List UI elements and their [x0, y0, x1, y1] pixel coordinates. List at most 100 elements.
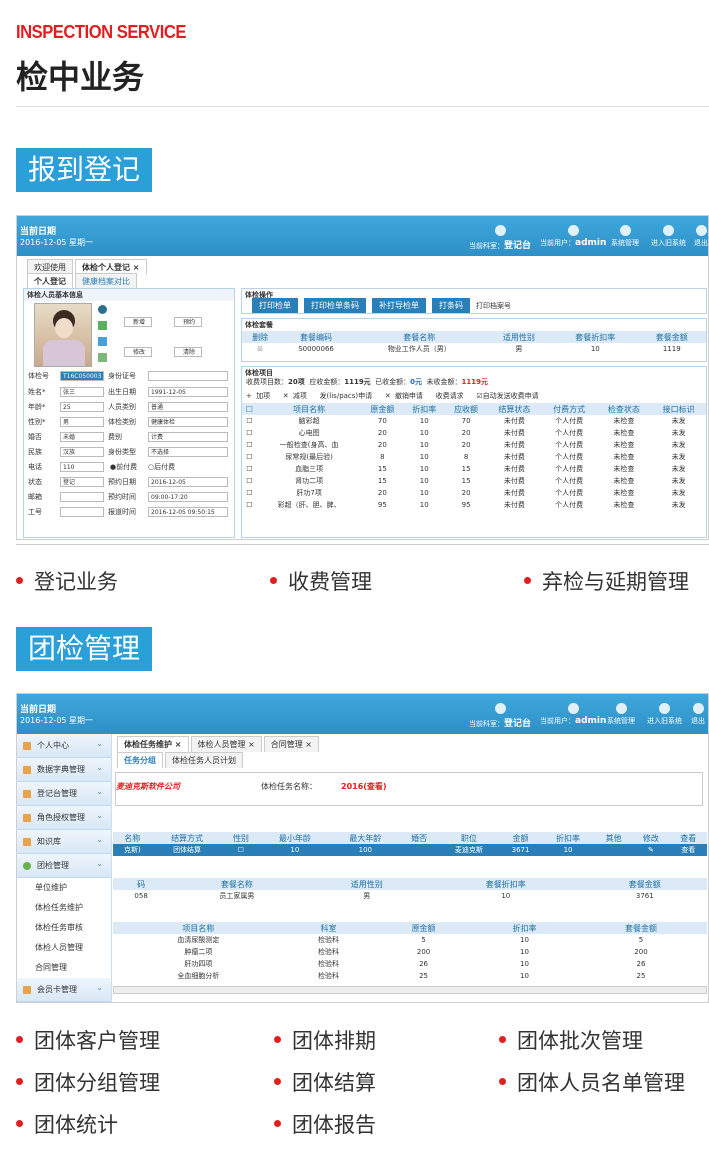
table-row[interactable]: 克斯) 团体结算 ☐ 10 100 麦迪克斯 3671 10 ✎ 查看 [113, 844, 707, 856]
auto-send-checkbox[interactable]: ☑自动发送收费申请 [476, 392, 538, 400]
age-input[interactable]: 25 [60, 402, 104, 412]
nation-select[interactable]: 汉族 [60, 447, 104, 457]
table-row[interactable]: 肿瘤二项 检验科 200 10 200 [113, 946, 707, 958]
table-row[interactable]: ☐ 脑彩超 70 10 70 未付费 个人付费 未检查 未发 [242, 415, 706, 427]
row-checkbox[interactable]: ☐ [242, 415, 257, 427]
tab-task-maintain[interactable]: 体检任务维护 × [117, 736, 189, 752]
table-row[interactable]: ☐ 血脂三项 15 10 15 未付费 个人付费 未检查 未发 [242, 463, 706, 475]
appt-date-label: 预约日期 [108, 478, 136, 486]
table-row[interactable]: ⊠ S0000066 物业工作人员（男） 男 10 1119 [242, 343, 706, 355]
print-label-button[interactable]: 打条码 [432, 298, 470, 313]
sidebar-subitem[interactable]: 单位维护 [17, 878, 111, 898]
send-lis-button[interactable]: 发(lis/pacs)申请 [320, 392, 373, 400]
cancel-request-button[interactable]: ✕ 撤销申请 [385, 392, 423, 400]
table-row[interactable]: 肝功四项 检验科 26 10 26 [113, 958, 707, 970]
table-row[interactable]: 全血细胞分析 检验科 25 10 25 [113, 970, 707, 982]
sidebar-subitem[interactable]: 体检任务审核 [17, 918, 111, 938]
image-icon[interactable] [98, 321, 107, 330]
print-guide-button[interactable]: 打印检单 [252, 298, 298, 313]
appointment-button[interactable]: 预约 [174, 317, 202, 327]
phone-input[interactable]: 110 [60, 462, 104, 472]
tab-contract-manage[interactable]: 合同管理 × [263, 736, 319, 752]
name-input[interactable]: 张三 [60, 387, 104, 397]
prepay-radio[interactable]: ●前付费 [110, 462, 137, 472]
camera-icon[interactable] [98, 305, 107, 314]
sidebar-item[interactable]: 数据字典管理 [17, 756, 111, 782]
clear-button[interactable]: 清除 [174, 347, 202, 357]
system-manage-button[interactable]: 系统管理 [611, 225, 639, 248]
sidebar-subitem[interactable]: 体检人员管理 [17, 938, 111, 958]
tab-person-manage[interactable]: 体检人员管理 × [190, 736, 262, 752]
row-checkbox[interactable]: ☐ [242, 427, 257, 439]
sidebar-item-group[interactable]: 团检管理 [17, 852, 111, 878]
sidebar-item[interactable]: 会员卡管理 [17, 976, 111, 1002]
sidebar-item[interactable]: 登记台管理 [17, 780, 111, 806]
upload-icon[interactable] [98, 353, 107, 362]
sidebar-subitem[interactable]: 体检任务维护 [17, 898, 111, 918]
report-time-input[interactable]: 2016-12-05 09:50:15 [148, 507, 228, 517]
print-barcode-button[interactable]: 打印检单条码 [304, 298, 366, 313]
col-check[interactable]: ☐ [242, 403, 257, 415]
email-input[interactable] [60, 492, 104, 502]
package-panel: 体检套餐 删除 套餐编码 套餐名称 适用性别 套餐折扣率 套餐金额 ⊠ S000… [241, 318, 707, 362]
row-checkbox[interactable]: ☐ [242, 451, 257, 463]
tab-health-compare[interactable]: 健康档案对比 [75, 273, 137, 289]
tab-task-plan[interactable]: 体检任务人员计划 [165, 752, 243, 768]
row-checkbox[interactable]: ☐ [242, 499, 257, 511]
charge-request-button[interactable]: 收费请求 [436, 392, 464, 400]
sex-select[interactable]: 男 [60, 417, 104, 427]
table-row[interactable]: 058 员工家属男男 10 3761 [113, 890, 707, 902]
row-checkbox[interactable]: ☐ [242, 475, 257, 487]
row-checkbox[interactable]: ☐ [242, 439, 257, 451]
add-item-button[interactable]: + 加项 [246, 392, 270, 400]
appt-date-input[interactable]: 2016-12-05 [148, 477, 228, 487]
edit-button[interactable]: 修改 [124, 347, 152, 357]
ops-panel: 体检操作 打印检单 打印检单条码 补打导检单 打条码 打印档案号 [241, 288, 707, 314]
table-row[interactable]: ☐ 心电图 20 10 20 未付费 个人付费 未检查 未发 [242, 427, 706, 439]
old-system-button[interactable]: 进入旧系统 [647, 703, 682, 726]
sidebar-subitem[interactable]: 合同管理 [17, 958, 111, 978]
row-checkbox[interactable]: ☐ [242, 487, 257, 499]
view-link[interactable]: 查看 [670, 844, 707, 856]
edit-icon[interactable]: ✎ [632, 844, 669, 856]
sidebar-item[interactable]: 角色授权管理 [17, 804, 111, 830]
remove-item-button[interactable]: ✕ 减项 [283, 392, 307, 400]
marital-select[interactable]: 未婚 [60, 432, 104, 442]
horizontal-scrollbar[interactable] [113, 986, 707, 994]
print-archive-checkbox[interactable]: 打印档案号 [476, 302, 511, 310]
postpay-radio[interactable]: ○后付费 [148, 462, 175, 472]
id-type-select[interactable]: 不选择 [148, 447, 228, 457]
table-row[interactable]: ☐ 肝功7项 20 10 20 未付费 个人付费 未检查 未发 [242, 487, 706, 499]
birth-input[interactable]: 1991-12-05 [148, 387, 228, 397]
sidebar-item[interactable]: 个人中心 [17, 732, 111, 758]
task-name-value[interactable]: 2016(查看) [341, 781, 387, 792]
table-row[interactable]: ☐ 一般检查(身高、血 20 10 20 未付费 个人付费 未检查 未发 [242, 439, 706, 451]
system-manage-button[interactable]: 系统管理 [607, 703, 635, 726]
exit-button[interactable]: 退出 [694, 225, 708, 248]
reprint-guide-button[interactable]: 补打导检单 [372, 298, 426, 313]
tab-personal-reg[interactable]: 个人登记 [27, 273, 73, 289]
add-button[interactable]: 新增 [124, 317, 152, 327]
old-system-button[interactable]: 进入旧系统 [651, 225, 686, 248]
checkbox[interactable]: ☐ [222, 844, 259, 856]
table-row[interactable]: ☐ 彩超（肝、胆、脾、 95 10 95 未付费 个人付费 未检查 未发 [242, 499, 706, 511]
table-row[interactable]: ☐ 尿常规(最后验) 8 10 8 未付费 个人付费 未检查 未发 [242, 451, 706, 463]
exit-button[interactable]: 退出 [691, 703, 705, 726]
id-card-input[interactable] [148, 371, 228, 381]
user-info: 当前用户：admin [540, 703, 606, 726]
row-checkbox[interactable]: ☐ [242, 463, 257, 475]
person-type-select[interactable]: 普通 [148, 402, 228, 412]
table-row[interactable]: 血清尿酸测定 检验科 5 10 5 [113, 934, 707, 946]
exam-no-input[interactable]: T16C050003 [60, 371, 104, 381]
fee-type-select[interactable]: 计费 [148, 432, 228, 442]
dept-icon [494, 703, 506, 714]
exam-type-select[interactable]: 健康体检 [148, 417, 228, 427]
sidebar-item[interactable]: 知识库 [17, 828, 111, 854]
scan-icon[interactable] [98, 337, 107, 346]
appt-time-input[interactable]: 09:00-17:20 [148, 492, 228, 502]
tab-task-group[interactable]: 任务分组 [117, 752, 163, 768]
status-input[interactable]: 登记 [60, 477, 104, 487]
table-row[interactable]: ☐ 肾功二项 15 10 15 未付费 个人付费 未检查 未发 [242, 475, 706, 487]
job-no-input[interactable] [60, 507, 104, 517]
delete-icon[interactable]: ⊠ [242, 343, 278, 355]
